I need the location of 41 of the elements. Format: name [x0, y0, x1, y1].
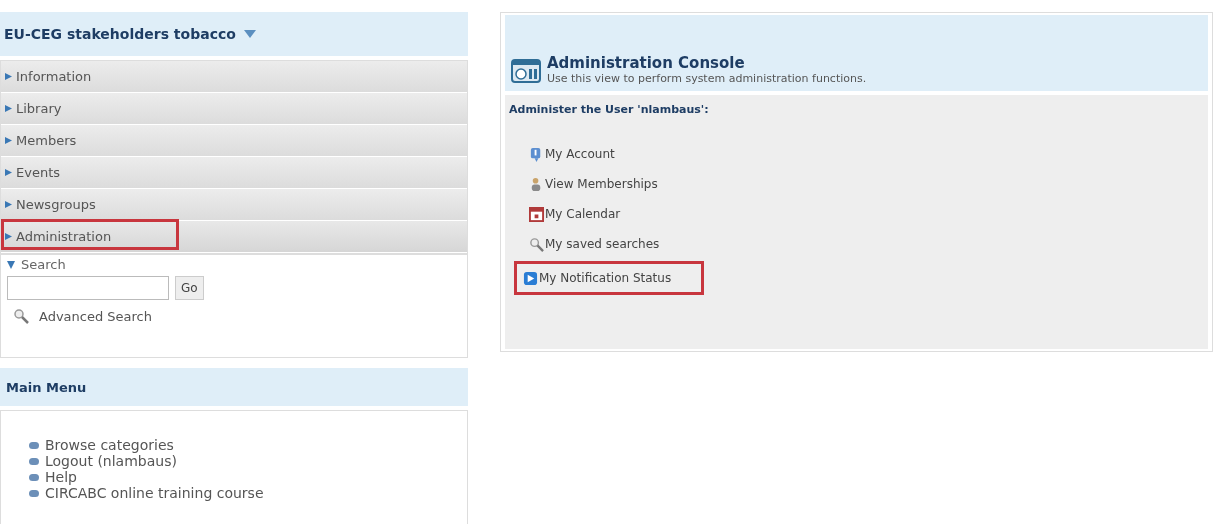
admin-link[interactable]: My saved searches: [523, 234, 666, 254]
nav-item[interactable]: Newsgroups: [1, 189, 467, 221]
console-title: Administration Console: [547, 54, 746, 72]
admin-link[interactable]: My Calendar: [523, 204, 627, 224]
menu-title: Main Menu: [6, 379, 87, 395]
nav-item[interactable]: Library: [1, 93, 467, 125]
menu-link[interactable]: Help: [45, 469, 77, 485]
bullet-icon: [29, 441, 39, 449]
console-subtitle: Use this view to perform system administration functions.: [547, 72, 867, 85]
search-label: Search: [21, 257, 66, 272]
nav-item[interactable]: Events: [1, 157, 467, 189]
go-button[interactable]: Go: [175, 276, 204, 300]
admin-link[interactable]: View Memberships: [523, 174, 664, 194]
bullet-icon: [29, 473, 39, 481]
advanced-search-link[interactable]: Advanced Search: [39, 308, 152, 324]
arrow-icon: [5, 233, 12, 240]
expand-icon[interactable]: [7, 260, 15, 269]
menu-link[interactable]: Logout (nlambaus): [45, 453, 177, 469]
bullet-icon: [29, 457, 39, 465]
space-title: EU-CEG stakeholders tobacco: [4, 26, 236, 42]
console-icon: [511, 59, 541, 83]
search-icon: [13, 308, 29, 324]
menu-link[interactable]: CIRCABC online training course: [45, 485, 264, 501]
section-heading: Administer the User 'nlambaus':: [509, 103, 709, 116]
nav-item[interactable]: Members: [1, 125, 467, 157]
admin-link[interactable]: My Notification Status: [517, 264, 702, 292]
bullet-icon: [29, 489, 39, 497]
arrow-icon: [5, 73, 12, 80]
nav-item[interactable]: Administration: [1, 221, 467, 253]
menu-link[interactable]: Browse categories: [45, 437, 174, 453]
dropdown-icon[interactable]: [243, 30, 256, 38]
calendar-icon: [529, 206, 544, 222]
nav-item[interactable]: Information: [1, 61, 467, 93]
arrow-icon: [5, 105, 12, 112]
play-icon: [523, 270, 538, 286]
search-field[interactable]: [7, 276, 169, 300]
arrow-icon: [5, 137, 12, 144]
arrow-icon: [5, 201, 12, 208]
arrow-icon: [5, 169, 12, 176]
admin-link[interactable]: My Account: [523, 144, 621, 164]
search-icon: [529, 236, 544, 252]
